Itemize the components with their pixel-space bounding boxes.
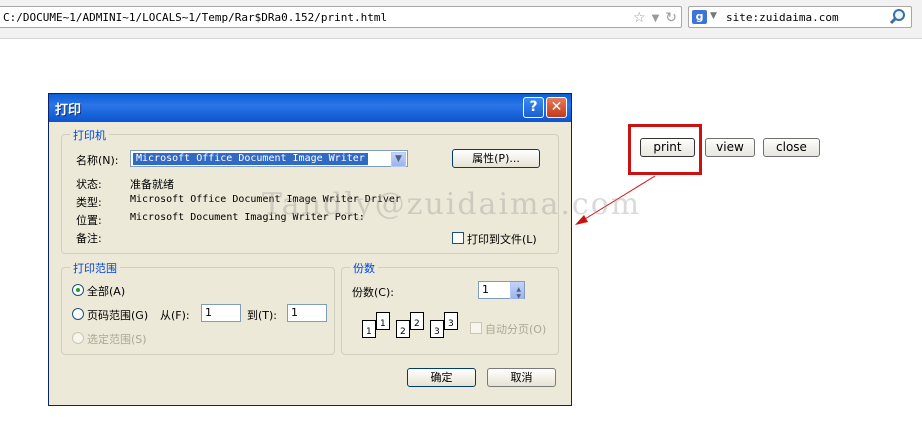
copies-label: 份数(C): bbox=[352, 286, 394, 299]
range-all-radio[interactable] bbox=[72, 284, 84, 296]
dropdown-icon[interactable]: ▼ bbox=[652, 13, 660, 24]
printer-legend: 打印机 bbox=[70, 127, 109, 143]
printer-name-select[interactable]: Microsoft Office Document Image Writer ▼ bbox=[130, 150, 408, 167]
search-input[interactable]: site:zuidaima.com bbox=[726, 11, 839, 24]
comment-label: 备注: bbox=[76, 232, 102, 245]
range-selection-radio[interactable] bbox=[72, 332, 84, 344]
engine-dropdown-icon[interactable]: ▼ bbox=[710, 11, 717, 21]
where-label: 位置: bbox=[76, 214, 102, 227]
page-2-front: 2 bbox=[396, 320, 410, 338]
print-dialog: 打印 ? ✕ 打印机 名称(N): Microsoft Office Docum… bbox=[48, 93, 572, 406]
chevron-down-icon[interactable]: ▼ bbox=[391, 152, 406, 167]
to-label: 到(T): bbox=[247, 309, 278, 322]
watermark: Tandly@zuidaima.com bbox=[262, 187, 642, 222]
printer-name-value: Microsoft Office Document Image Writer bbox=[133, 153, 368, 165]
print-button[interactable]: print bbox=[640, 138, 695, 157]
copies-group: 份数 份数(C): 1 ▲ ▼ 1 1 2 2 3 3 自动分页(O) bbox=[341, 260, 559, 355]
dialog-title: 打印 bbox=[55, 103, 82, 118]
from-label: 从(F): bbox=[160, 309, 190, 322]
from-input[interactable]: 1 bbox=[201, 304, 241, 322]
print-to-file-checkbox[interactable] bbox=[452, 232, 464, 244]
range-pages-label[interactable]: 页码范围(G) bbox=[87, 307, 148, 323]
page-1-front: 1 bbox=[362, 320, 376, 338]
collate-illustration: 1 1 2 2 3 3 bbox=[362, 312, 462, 344]
page-1-back: 1 bbox=[376, 312, 390, 330]
browser-toolbar: C:/DOCUME~1/ADMINI~1/LOCALS~1/Temp/Rar$D… bbox=[0, 0, 922, 39]
range-selection-label[interactable]: 选定范围(S) bbox=[87, 331, 147, 347]
to-input[interactable]: 1 bbox=[287, 304, 327, 322]
printer-name-label: 名称(N): bbox=[76, 154, 119, 167]
cancel-button[interactable]: 取消 bbox=[487, 368, 556, 387]
page-3-front: 3 bbox=[430, 320, 444, 338]
address-bar[interactable]: C:/DOCUME~1/ADMINI~1/LOCALS~1/Temp/Rar$D… bbox=[0, 6, 682, 28]
status-value: 准备就绪 bbox=[130, 178, 174, 191]
address-bar-icons: ☆ ▼ ↻ bbox=[633, 9, 677, 27]
collate-label[interactable]: 自动分页(O) bbox=[485, 321, 546, 337]
magnifier-icon[interactable] bbox=[889, 8, 907, 26]
spin-down-icon[interactable]: ▼ bbox=[516, 289, 521, 304]
copies-input[interactable]: 1 ▲ ▼ bbox=[478, 281, 525, 300]
page-3-back: 3 bbox=[444, 312, 458, 330]
copies-legend: 份数 bbox=[350, 260, 378, 276]
help-button[interactable]: ? bbox=[523, 97, 544, 118]
collate-checkbox[interactable] bbox=[470, 322, 482, 334]
print-range-legend: 打印范围 bbox=[70, 260, 120, 276]
star-icon[interactable]: ☆ bbox=[633, 10, 646, 26]
google-icon[interactable]: g bbox=[692, 10, 707, 24]
copies-value: 1 bbox=[482, 283, 489, 296]
range-pages-radio[interactable] bbox=[72, 308, 84, 320]
reload-icon[interactable]: ↻ bbox=[665, 10, 677, 26]
range-all-label[interactable]: 全部(A) bbox=[87, 283, 125, 299]
print-to-file-label[interactable]: 打印到文件(L) bbox=[467, 231, 537, 247]
print-range-group: 打印范围 全部(A) 页码范围(G) 从(F): 1 到(T): 1 选定范围(… bbox=[61, 260, 335, 355]
dialog-titlebar[interactable]: 打印 ? ✕ bbox=[49, 94, 571, 122]
ok-button[interactable]: 确定 bbox=[407, 368, 476, 387]
page-close-button[interactable]: close bbox=[763, 138, 820, 157]
search-bar[interactable]: g ▼ site:zuidaima.com bbox=[688, 6, 912, 28]
status-label: 状态: bbox=[76, 178, 102, 191]
properties-button[interactable]: 属性(P)... bbox=[452, 149, 540, 168]
page-2-back: 2 bbox=[410, 312, 424, 330]
type-label: 类型: bbox=[76, 196, 102, 209]
address-text: C:/DOCUME~1/ADMINI~1/LOCALS~1/Temp/Rar$D… bbox=[3, 11, 388, 24]
view-button[interactable]: view bbox=[705, 138, 755, 157]
close-button[interactable]: ✕ bbox=[546, 97, 567, 118]
